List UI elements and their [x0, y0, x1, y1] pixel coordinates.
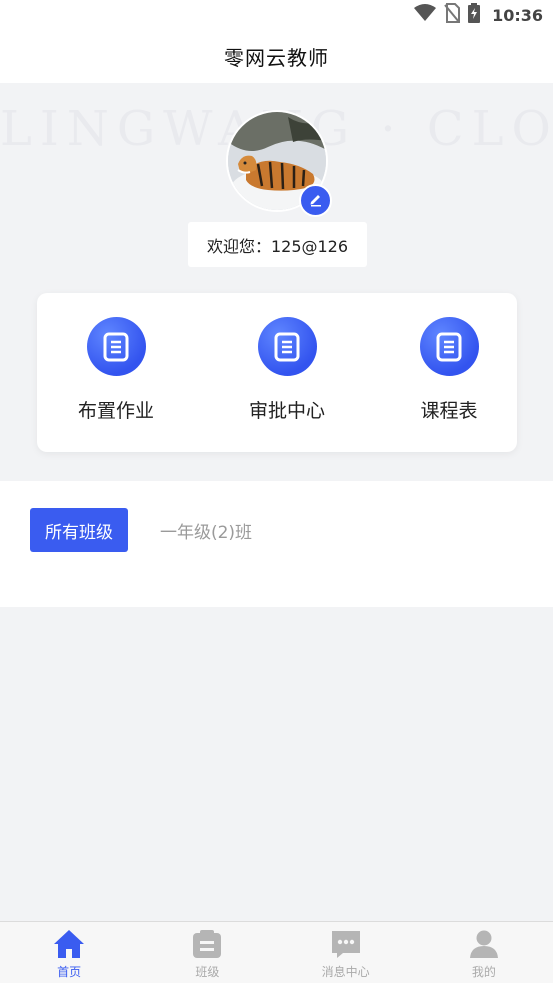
- nav-label: 班级: [195, 965, 220, 979]
- battery-charging-icon: [468, 3, 481, 27]
- bottom-nav: 首页 班级 消息中心 我的: [0, 921, 553, 983]
- class-filter-grade1-class2[interactable]: 一年级(2)班: [152, 508, 260, 552]
- nav-item-profile[interactable]: 我的: [415, 922, 553, 983]
- document-icon: [86, 317, 146, 376]
- menu-label: 课程表: [420, 400, 478, 422]
- menu-item-assign-homework[interactable]: 布置作业: [56, 317, 176, 427]
- class-filter-section: 所有班级 一年级(2)班: [0, 481, 553, 607]
- quick-menu-card: 布置作业 审批中心 课程表: [37, 293, 517, 452]
- nav-label: 我的: [471, 965, 496, 979]
- home-icon: [53, 928, 85, 960]
- edit-avatar-button[interactable]: [299, 184, 332, 217]
- no-sim-icon: [444, 3, 461, 27]
- message-icon: [330, 928, 362, 960]
- avatar-container[interactable]: [226, 110, 332, 217]
- user-icon: [468, 928, 500, 960]
- status-bar: 10:36: [0, 0, 553, 30]
- document-icon: [419, 317, 479, 376]
- menu-label: 布置作业: [77, 400, 154, 422]
- nav-item-class[interactable]: 班级: [138, 922, 276, 983]
- menu-label: 审批中心: [248, 400, 325, 422]
- nav-item-messages[interactable]: 消息中心: [277, 922, 415, 983]
- class-filter-all[interactable]: 所有班级: [30, 508, 128, 552]
- welcome-label: 欢迎您：125@126: [188, 222, 367, 267]
- nav-label: 消息中心: [321, 965, 370, 979]
- pencil-icon: [308, 191, 324, 211]
- menu-item-timetable[interactable]: 课程表: [389, 317, 509, 427]
- class-icon: [191, 928, 223, 960]
- page-title: 零网云教师: [224, 46, 329, 70]
- nav-item-home[interactable]: 首页: [0, 922, 138, 983]
- app-screen: 10:36 零网云教师 LINGWANG · CLOUD: [0, 0, 553, 983]
- status-time: 10:36: [492, 5, 543, 25]
- document-icon: [257, 317, 317, 376]
- menu-item-approval-center[interactable]: 审批中心: [227, 317, 347, 427]
- title-bar: 零网云教师: [0, 30, 553, 83]
- profile-header: LINGWANG · CLOUD: [0, 83, 553, 481]
- wifi-icon: [414, 4, 437, 26]
- nav-label: 首页: [57, 965, 82, 979]
